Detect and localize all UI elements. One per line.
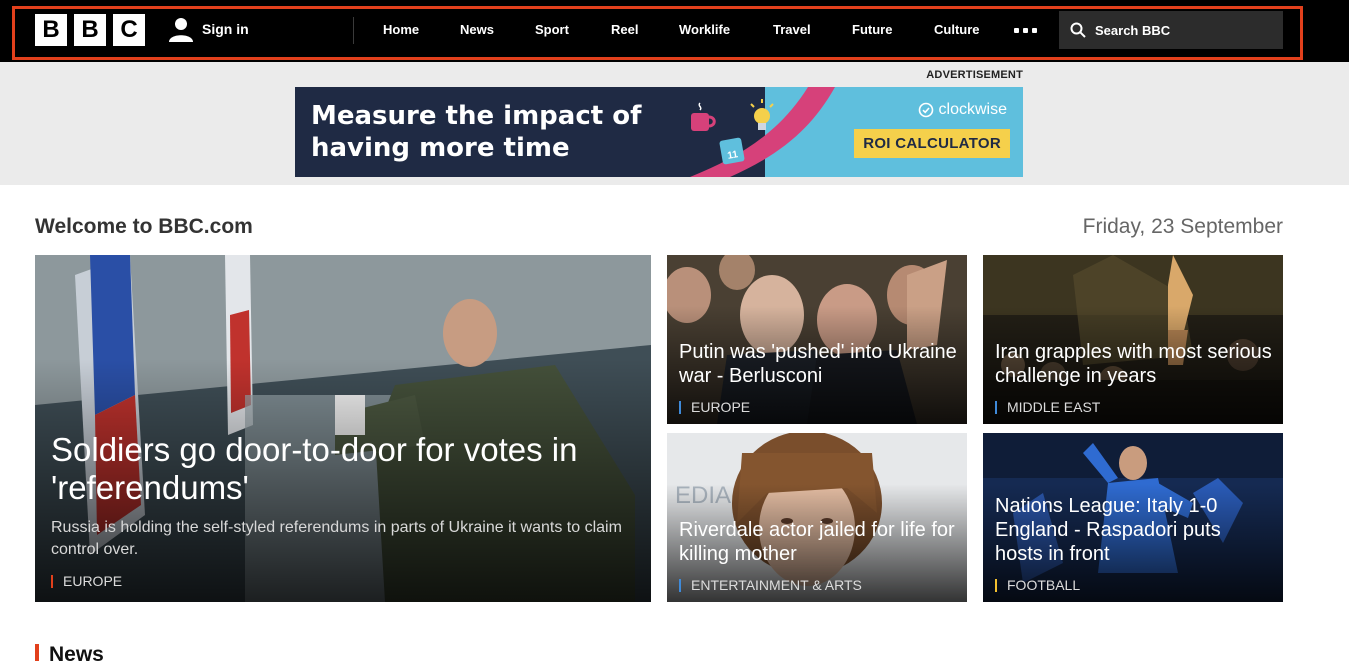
story-card-nations-league[interactable]: Nations League: Italy 1-0 England - Rasp… bbox=[983, 433, 1283, 602]
nav-worklife[interactable]: Worklife bbox=[679, 22, 730, 37]
story-card-riverdale[interactable]: EDIA Riverdale actor jailed for life for… bbox=[667, 433, 967, 602]
nav-travel[interactable]: Travel bbox=[773, 22, 811, 37]
ellipsis-icon[interactable] bbox=[1014, 28, 1037, 33]
lead-story-summary: Russia is holding the self-styled refere… bbox=[51, 519, 622, 558]
nav-divider bbox=[353, 17, 354, 44]
user-icon bbox=[169, 18, 193, 42]
story-card-iran[interactable]: Iran grapples with most serious challeng… bbox=[983, 255, 1283, 424]
sign-in-link[interactable]: Sign in bbox=[168, 16, 249, 42]
calendar-icon: 11 bbox=[719, 137, 745, 165]
story-headline[interactable]: Riverdale actor jailed for life for kill… bbox=[679, 518, 957, 566]
ad-headline: Measure the impact of having more time bbox=[311, 100, 641, 164]
logo-letter-b1: B bbox=[35, 14, 67, 46]
calendar-day: 11 bbox=[726, 149, 739, 162]
sign-in-label: Sign in bbox=[202, 21, 249, 37]
ad-brand-name: clockwise bbox=[938, 101, 1007, 118]
bbc-logo[interactable]: B B C bbox=[35, 14, 145, 46]
advertisement-band: ADVERTISEMENT Measure the impact of havi… bbox=[0, 62, 1349, 185]
search-placeholder: Search BBC bbox=[1095, 22, 1171, 38]
ad-headline-line2: having more time bbox=[311, 133, 570, 163]
top-navigation-bar: B B C Sign in Home News Sport Reel Workl… bbox=[0, 0, 1349, 62]
ad-headline-line1: Measure the impact of bbox=[311, 101, 642, 131]
nav-sport[interactable]: Sport bbox=[535, 22, 569, 37]
lead-story-headline[interactable]: Soldiers go door-to-door for votes in 'r… bbox=[51, 431, 591, 507]
story-headline[interactable]: Iran grapples with most serious challeng… bbox=[995, 340, 1273, 388]
nav-news[interactable]: News bbox=[460, 22, 494, 37]
check-circle-icon bbox=[918, 102, 933, 118]
story-card-putin[interactable]: Putin was 'pushed' into Ukraine war - Be… bbox=[667, 255, 967, 424]
story-headline[interactable]: Putin was 'pushed' into Ukraine war - Be… bbox=[679, 340, 957, 388]
ad-brand: clockwise bbox=[918, 101, 1007, 119]
story-tag[interactable]: ENTERTAINMENT & ARTS bbox=[679, 578, 862, 592]
lightbulb-icon bbox=[750, 99, 774, 130]
mug-icon bbox=[691, 102, 716, 131]
story-tag[interactable]: FOOTBALL bbox=[995, 578, 1080, 592]
welcome-heading: Welcome to BBC.com bbox=[35, 215, 253, 238]
logo-letter-c: C bbox=[113, 14, 145, 46]
nav-culture[interactable]: Culture bbox=[934, 22, 980, 37]
story-headline[interactable]: Nations League: Italy 1-0 England - Rasp… bbox=[995, 494, 1273, 566]
advertisement-banner[interactable]: Measure the impact of having more time 1… bbox=[295, 87, 1023, 177]
search-box[interactable]: Search BBC bbox=[1059, 11, 1283, 49]
story-tag[interactable]: EUROPE bbox=[679, 400, 750, 414]
lead-story-card[interactable]: Soldiers go door-to-door for votes in 'r… bbox=[35, 255, 651, 602]
advertisement-label: ADVERTISEMENT bbox=[926, 69, 1023, 81]
current-date: Friday, 23 September bbox=[1082, 215, 1283, 238]
nav-future[interactable]: Future bbox=[852, 22, 892, 37]
nav-home[interactable]: Home bbox=[383, 22, 419, 37]
nav-reel[interactable]: Reel bbox=[611, 22, 638, 37]
search-icon bbox=[1070, 22, 1086, 38]
section-heading-news[interactable]: News bbox=[35, 644, 104, 661]
logo-letter-b2: B bbox=[74, 14, 106, 46]
lead-story-tag[interactable]: EUROPE bbox=[51, 574, 122, 588]
story-tag[interactable]: MIDDLE EAST bbox=[995, 400, 1100, 414]
ad-cta-button[interactable]: ROI CALCULATOR bbox=[854, 129, 1010, 158]
